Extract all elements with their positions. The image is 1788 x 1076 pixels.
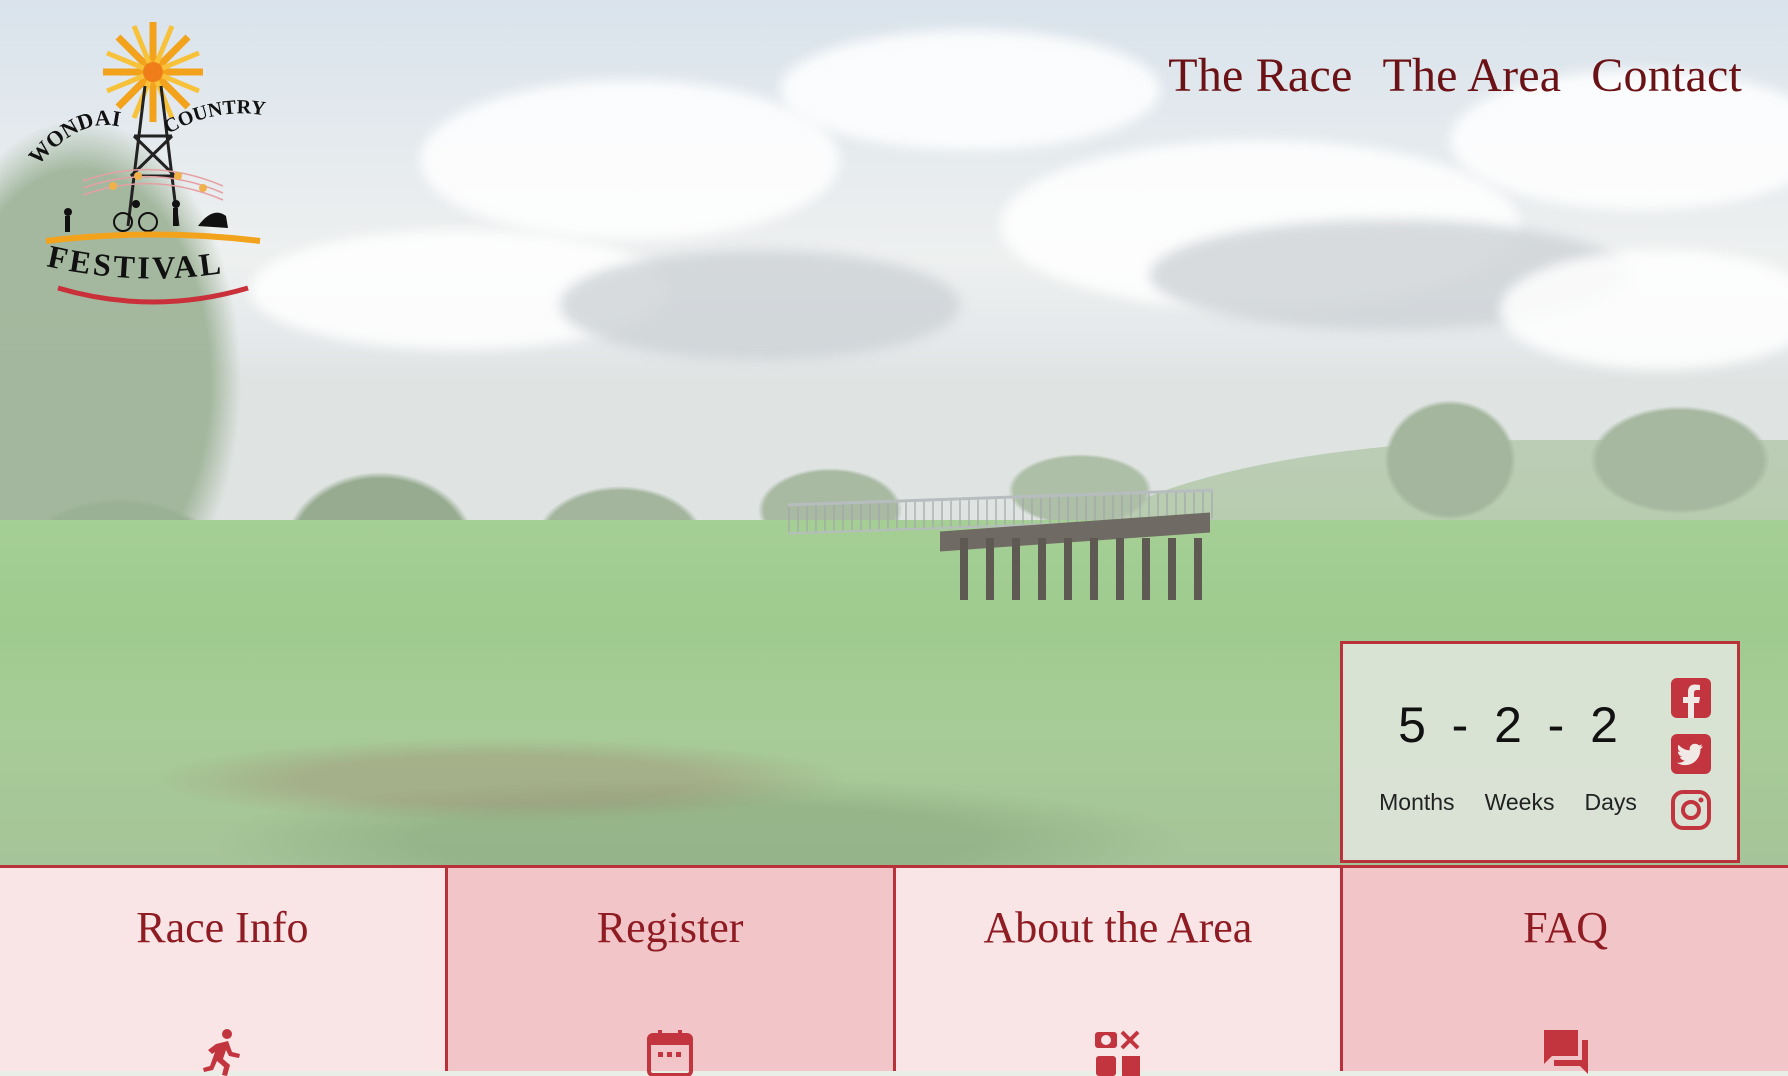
nav-link-the-area[interactable]: The Area [1382,48,1561,103]
logo-text-festival: FESTIVAL [45,238,223,286]
countdown-weeks-value: 2 [1494,697,1522,753]
main-nav: The Race The Area Contact [1168,48,1742,103]
svg-text:FESTIVAL: FESTIVAL [45,238,226,286]
countdown-days-value: 2 [1590,697,1618,753]
logo-text-country: COUNTRY [160,96,267,138]
bridge-supports [960,538,1210,600]
countdown-weeks-label: Weeks [1484,789,1555,815]
instagram-icon[interactable] [1670,789,1712,831]
countdown-values: 5 - 2 - 2 [1343,696,1673,754]
countdown-days-label: Days [1584,789,1637,815]
facebook-icon[interactable] [1670,677,1712,719]
countdown-separator: - [1451,697,1469,753]
festival-logo[interactable]: WONDAI COUNTRY FESTIVAL [23,16,278,336]
tile-title: Register [596,903,744,952]
runner-icon [203,1029,241,1076]
tile-faq[interactable]: FAQ [1343,868,1788,1074]
tile-about-the-area[interactable]: About the Area [895,868,1344,1076]
tile-title: FAQ [1523,903,1608,952]
tile-race-info[interactable]: Race Info [0,868,448,1076]
countdown-months-label: Months [1379,789,1455,815]
countdown-labels: Months Weeks Days [1343,789,1673,816]
logo-text-wondai: WONDAI [23,105,122,169]
chat-icon [1543,1030,1588,1074]
svg-text:WONDAI: WONDAI [28,105,123,169]
feature-tiles: Race Info Register About the Area FAQ [0,865,1788,1076]
countdown-separator: - [1547,697,1565,753]
svg-text:COUNTRY: COUNTRY [160,96,267,138]
nav-link-contact[interactable]: Contact [1591,48,1742,103]
countdown-box: 5 - 2 - 2 Months Weeks Days [1340,641,1740,863]
places-icon [1094,1030,1140,1076]
logo-graphic: WONDAI COUNTRY FESTIVAL [23,22,267,305]
twitter-icon[interactable] [1670,733,1712,775]
nav-link-the-race[interactable]: The Race [1168,48,1352,103]
social-links [1670,677,1712,831]
tile-register[interactable]: Register [447,868,896,1076]
countdown-months-value: 5 [1398,697,1426,753]
tile-title: About the Area [983,903,1253,952]
tile-title: Race Info [136,903,309,952]
calendar-icon [647,1030,694,1076]
